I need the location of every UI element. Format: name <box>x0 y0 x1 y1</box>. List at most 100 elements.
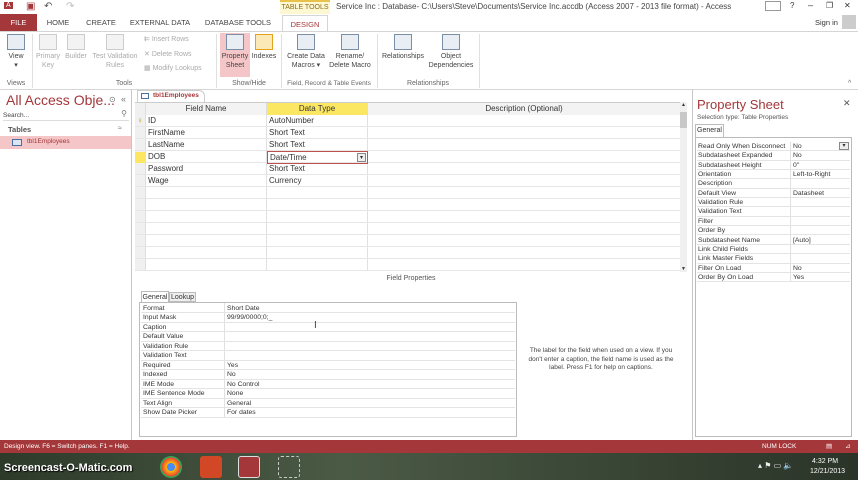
data-type-cell[interactable]: Short Text <box>267 127 305 139</box>
property-value[interactable]: Yes <box>227 361 238 371</box>
property-value[interactable]: Left-to-Right <box>793 170 830 179</box>
property-sheet-row[interactable]: Orientation Left-to-Right <box>697 170 850 180</box>
property-sheet-row[interactable]: Subdatasheet Expanded No <box>697 151 850 161</box>
property-sheet-row[interactable]: Validation Text <box>697 207 850 217</box>
nav-menu-icon[interactable]: ⊙ <box>109 95 116 104</box>
property-value[interactable]: 0" <box>793 161 799 170</box>
field-property-row[interactable]: Validation Rule <box>141 342 515 351</box>
design-view-icon[interactable]: ⊿ <box>845 440 850 453</box>
table-row[interactable] <box>135 259 680 271</box>
table-row[interactable]: Wage Currency <box>135 175 680 187</box>
table-row[interactable] <box>135 187 680 199</box>
table-row[interactable] <box>135 235 680 247</box>
builder-button[interactable]: Builder <box>62 34 90 61</box>
clock-time[interactable]: 4:32 PM <box>812 458 838 465</box>
screen-capture-icon[interactable] <box>278 456 300 478</box>
table-row[interactable]: ID AutoNumber <box>135 115 680 127</box>
table-row[interactable]: DOB <box>135 151 680 163</box>
collapse-group-icon[interactable]: ≈ <box>118 125 122 132</box>
view-button[interactable]: View ▾ <box>2 34 30 70</box>
collapse-ribbon-icon[interactable]: ^ <box>848 80 851 87</box>
field-name-cell[interactable]: LastName <box>146 139 184 151</box>
data-type-cell[interactable]: AutoNumber <box>267 115 314 127</box>
field-property-row[interactable]: Indexed No <box>141 370 515 380</box>
primary-key-button[interactable]: Primary Key <box>34 34 62 70</box>
property-value[interactable]: No <box>227 370 236 380</box>
redo-icon[interactable]: ↷ <box>66 1 74 12</box>
shutter-bar-icon[interactable]: « <box>121 94 126 104</box>
property-sheet-row[interactable]: Order By <box>697 226 850 236</box>
close-pane-icon[interactable]: ✕ <box>843 98 851 109</box>
header-data-type[interactable]: Data Type <box>267 103 367 115</box>
property-sheet-row[interactable]: Subdatasheet Height 0" <box>697 161 850 171</box>
field-property-row[interactable]: IME Sentence Mode None <box>141 389 515 399</box>
help-button[interactable]: ? <box>790 1 794 10</box>
create-data-macros-button[interactable]: Create Data Macros ▾ <box>284 34 328 70</box>
property-value[interactable]: Datasheet <box>793 189 824 198</box>
rename-delete-macro-button[interactable]: Rename/ Delete Macro <box>328 34 372 70</box>
table-row[interactable] <box>135 199 680 211</box>
field-name-cell[interactable]: ID <box>146 115 156 127</box>
field-name-cell[interactable]: Wage <box>146 175 169 187</box>
property-value[interactable]: No Control <box>227 380 260 390</box>
datasheet-view-icon[interactable]: ▤ <box>826 440 832 453</box>
data-type-cell[interactable]: Short Text <box>267 163 305 175</box>
property-sheet-row[interactable]: Link Child Fields <box>697 245 850 255</box>
tab-create[interactable]: CREATE <box>84 14 118 31</box>
property-sheet-row[interactable]: Validation Rule <box>697 198 850 208</box>
close-button[interactable]: ✕ <box>844 1 851 10</box>
field-property-row[interactable]: Format Short Date <box>141 304 515 314</box>
property-sheet-button[interactable]: Property Sheet <box>220 33 250 77</box>
field-name-cell[interactable]: FirstName <box>146 127 185 139</box>
table-row[interactable] <box>135 223 680 235</box>
access-icon[interactable] <box>238 456 260 478</box>
vertical-scrollbar[interactable]: ▲ ▼ <box>680 102 687 272</box>
table-row[interactable] <box>135 247 680 259</box>
tab-file[interactable]: FILE <box>0 14 37 31</box>
field-property-row[interactable]: Show Date Picker For dates <box>141 408 515 418</box>
header-description[interactable]: Description (Optional) <box>367 103 680 115</box>
field-property-row[interactable]: Input Mask 99/99/0000;0;_ <box>141 313 515 323</box>
field-name-cell[interactable]: Password <box>146 163 183 175</box>
tray-icons[interactable]: ▴ ⚑ ▭ 🔈 <box>758 461 793 470</box>
field-property-row[interactable]: Caption <box>141 323 515 332</box>
property-sheet-row[interactable]: Subdatasheet Name [Auto] <box>697 236 850 245</box>
chevron-down-icon[interactable]: ▾ <box>839 142 849 150</box>
indexes-button[interactable]: Indexes <box>251 34 277 61</box>
field-property-row[interactable]: IME Mode No Control <box>141 380 515 390</box>
scroll-down-icon[interactable]: ▼ <box>681 266 686 272</box>
field-name-cell[interactable]: DOB <box>146 151 165 163</box>
ps-tab-general[interactable]: General <box>695 124 724 137</box>
chrome-icon[interactable] <box>160 456 182 478</box>
table-row[interactable] <box>135 211 680 223</box>
property-value[interactable]: Short Date <box>227 304 260 314</box>
field-property-row[interactable]: Required Yes <box>141 361 515 371</box>
property-value[interactable]: 99/99/0000;0;_ <box>227 313 272 323</box>
nav-pane-title[interactable]: All Access Obje... <box>6 92 115 108</box>
nav-item-tbl1employees[interactable]: tbl1Employees <box>0 136 131 149</box>
table-row[interactable]: FirstName Short Text <box>135 127 680 139</box>
tab-home[interactable]: HOME <box>42 14 74 31</box>
property-value[interactable]: [Auto] <box>793 236 811 245</box>
tab-database-tools[interactable]: DATABASE TOOLS <box>203 14 273 31</box>
property-sheet-row[interactable]: Default View Datasheet <box>697 189 850 199</box>
tab-design[interactable]: DESIGN <box>282 15 328 32</box>
table-row[interactable]: LastName Short Text <box>135 139 680 151</box>
data-type-cell[interactable]: Short Text <box>267 139 305 151</box>
tab-external-data[interactable]: EXTERNAL DATA <box>128 14 192 31</box>
test-validation-button[interactable]: Test Validation Rules <box>90 34 140 70</box>
property-value[interactable]: For dates <box>227 408 256 418</box>
property-sheet-row[interactable]: Link Master Fields <box>697 254 850 264</box>
property-sheet-row[interactable]: Read Only When Disconnect No <box>697 142 850 152</box>
property-value[interactable]: None <box>227 389 243 399</box>
ribbon-display-icon[interactable] <box>765 1 781 11</box>
clock-date[interactable]: 12/21/2013 <box>810 468 845 475</box>
data-type-cell[interactable]: Currency <box>267 175 301 187</box>
restore-button[interactable]: ❐ <box>826 1 833 10</box>
insert-rows-button[interactable]: ⇇ Insert Rows <box>144 35 189 43</box>
property-value[interactable]: No <box>793 264 802 273</box>
property-sheet-row[interactable]: Filter <box>697 217 850 227</box>
object-dependencies-button[interactable]: Object Dependencies <box>426 34 476 70</box>
property-sheet-row[interactable]: Order By On Load Yes <box>697 273 850 283</box>
field-property-row[interactable]: Default Value <box>141 332 515 342</box>
